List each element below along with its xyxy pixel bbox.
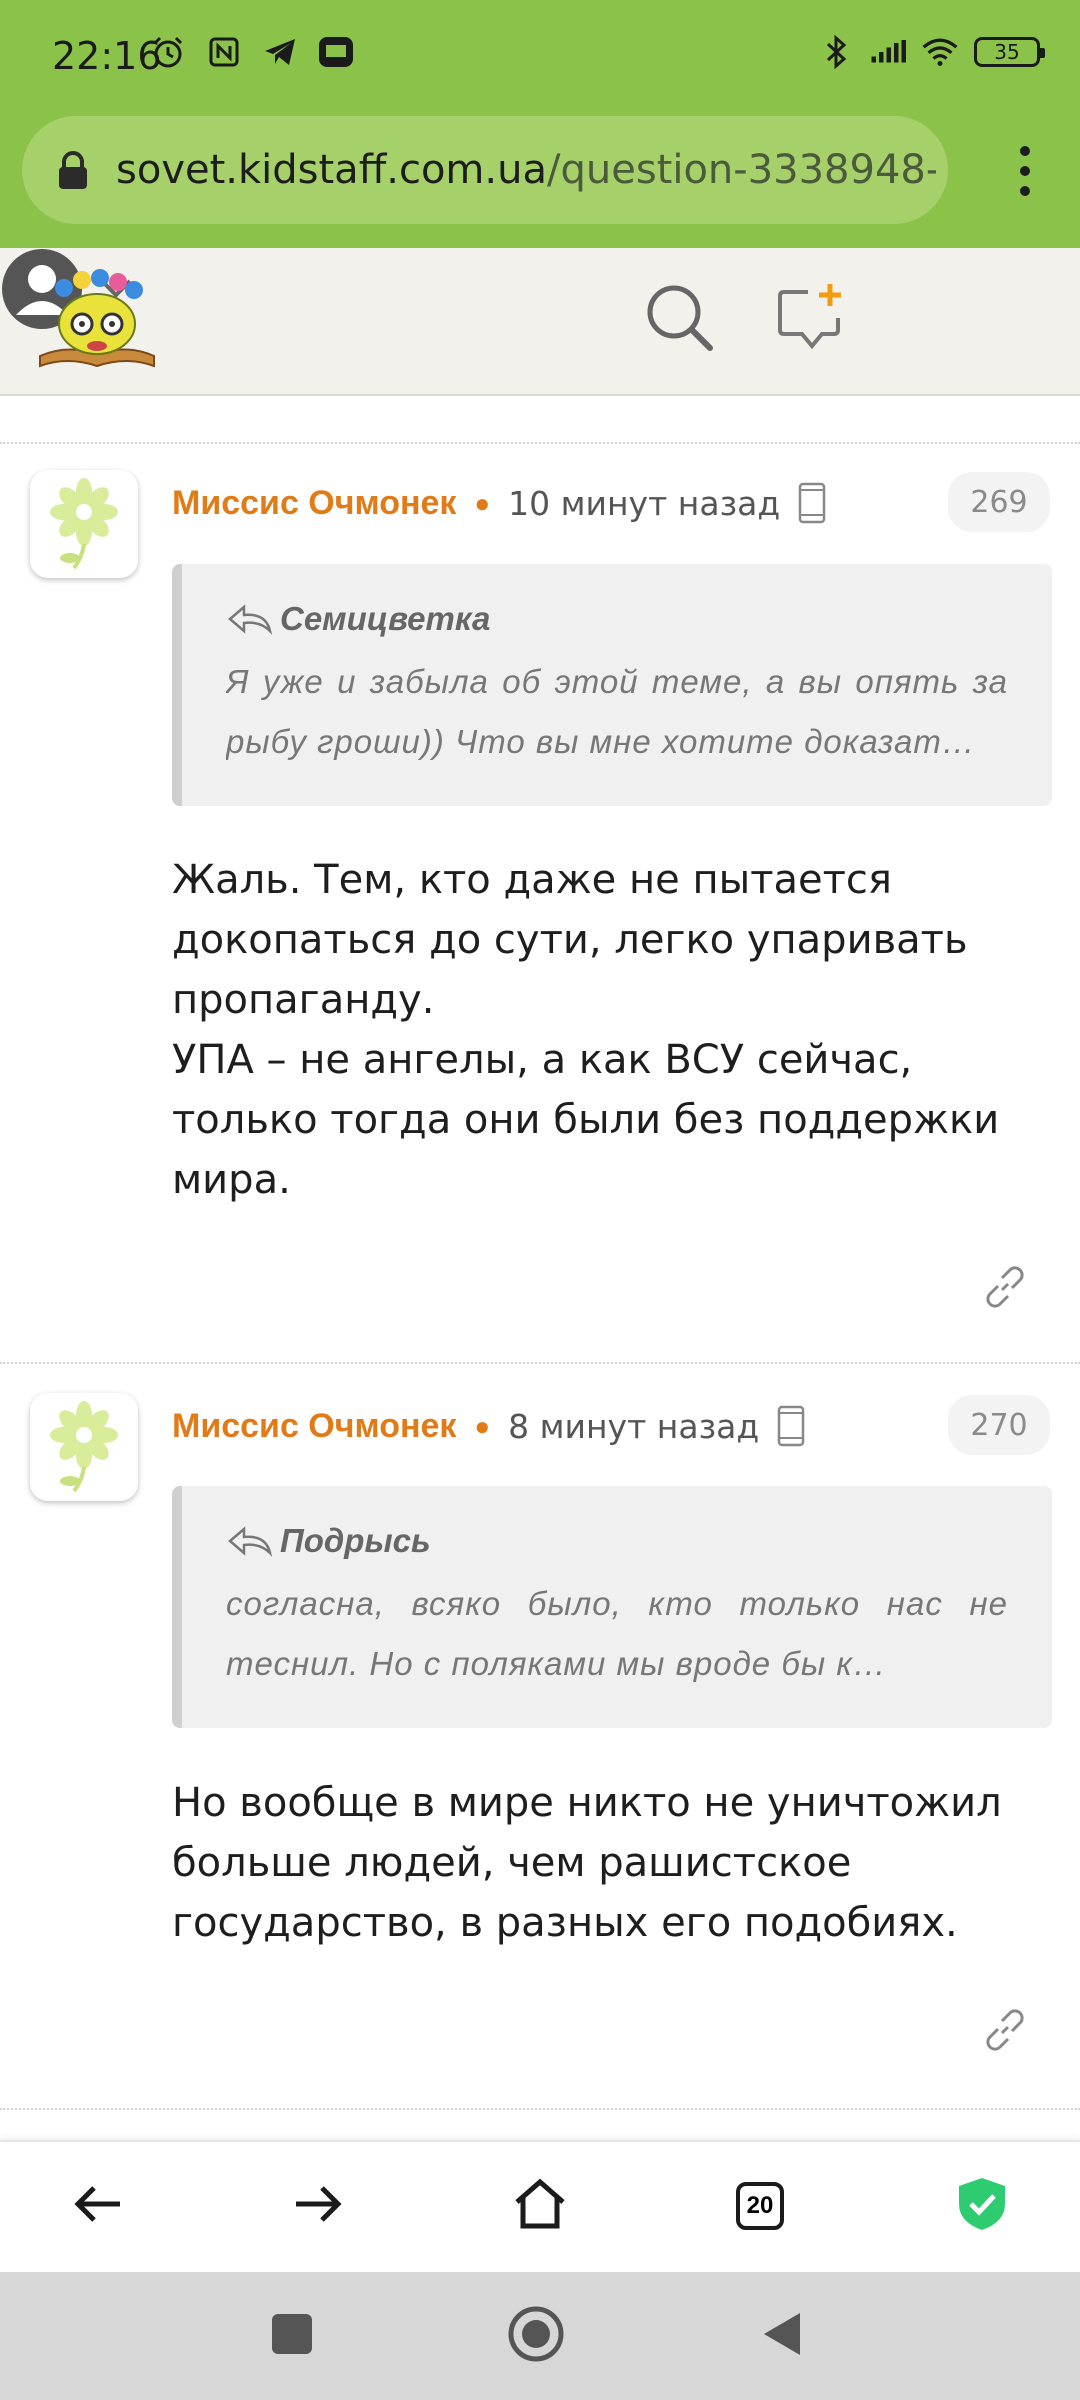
- permalink-button[interactable]: [978, 1260, 1032, 1314]
- battery-icon: 35: [974, 37, 1045, 67]
- quote-header: Подрысь: [226, 1522, 1008, 1560]
- quote-text: Я уже и забыла об этой теме, а вы опять …: [226, 663, 1008, 760]
- tab-count: 20: [736, 2182, 784, 2230]
- comment-time: 8 минут назад: [508, 1406, 760, 1446]
- divider: [0, 442, 1080, 444]
- avatar[interactable]: [30, 1393, 138, 1501]
- arrow-right-icon: [292, 2182, 344, 2231]
- address-bar[interactable]: sovet.kidstaff.com.ua/question-3338948-: [22, 116, 948, 224]
- status-notification-icons: [150, 34, 354, 70]
- url-domain: sovet.kidstaff.com.ua: [116, 147, 547, 193]
- comment-time: 10 минут назад: [508, 483, 781, 523]
- separator-dot: ●: [474, 1410, 491, 1441]
- quote-block[interactable]: Подрысь согласна, всяко было, кто только…: [172, 1486, 1052, 1728]
- quote-block[interactable]: Семицветка Я уже и забыла об этой теме, …: [172, 564, 1052, 806]
- search-icon: [640, 285, 720, 362]
- permalink-button[interactable]: [978, 2003, 1032, 2057]
- wifi-icon: [922, 34, 958, 70]
- bluetooth-icon: [818, 34, 854, 70]
- system-home-button[interactable]: [504, 2304, 568, 2368]
- comment-body: Жаль. Тем, кто даже не пытается докопать…: [172, 857, 1000, 1203]
- url-path: /question-3338948-: [546, 147, 936, 193]
- reply-arrow-icon: [226, 1525, 274, 1557]
- system-back-button[interactable]: [750, 2304, 814, 2368]
- shield-button[interactable]: [950, 2174, 1014, 2238]
- author-name[interactable]: Миссис Очмонек: [172, 1407, 456, 1446]
- comment-number[interactable]: 270: [948, 1395, 1050, 1455]
- browser-menu-button[interactable]: [1020, 146, 1034, 196]
- quote-text: согласна, всяко было, кто только нас не …: [226, 1585, 1008, 1682]
- quote-author: Подрысь: [280, 1522, 431, 1559]
- system-navigation-bar: [0, 2272, 1080, 2400]
- signal-icon: [870, 34, 906, 70]
- mobile-device-icon: [777, 1405, 805, 1447]
- url-text[interactable]: sovet.kidstaff.com.ua/question-3338948-: [116, 147, 936, 193]
- compose-icon: [772, 284, 852, 362]
- menu-dot: [1020, 146, 1030, 156]
- lock-icon: [56, 150, 92, 190]
- status-system-icons: 35: [818, 34, 1045, 70]
- separator-dot: ●: [474, 487, 491, 518]
- site-header: [0, 248, 1080, 396]
- menu-dot: [1020, 166, 1030, 176]
- reply-arrow-icon: [226, 603, 274, 635]
- adblock-icon: [318, 34, 354, 70]
- divider: [0, 1362, 1080, 1364]
- square-icon: [270, 2312, 314, 2361]
- arrow-left-icon: [72, 2182, 124, 2231]
- home-button[interactable]: [508, 2174, 572, 2238]
- comment-meta: Миссис Очмонек ● 10 минут назад: [172, 478, 826, 528]
- shield-icon: [957, 2176, 1007, 2237]
- comment-body: Но вообще в мире никто не уничтожил боль…: [172, 1780, 1002, 1946]
- link-icon: [978, 2009, 1032, 2061]
- status-bar: 22:16 35: [0, 0, 1080, 110]
- back-button[interactable]: [66, 2174, 130, 2238]
- telegram-icon: [262, 34, 298, 70]
- recents-button[interactable]: [260, 2304, 324, 2368]
- browser-bottom-toolbar: 20: [0, 2140, 1080, 2272]
- comment-meta: Миссис Очмонек ● 8 минут назад: [172, 1401, 805, 1451]
- browser-toolbar: sovet.kidstaff.com.ua/question-3338948-: [0, 110, 1080, 248]
- flower-icon: [44, 474, 124, 575]
- avatar[interactable]: [30, 470, 138, 578]
- flower-icon: [44, 1397, 124, 1498]
- author-name[interactable]: Миссис Очмонек: [172, 484, 456, 523]
- comment-number[interactable]: 269: [948, 472, 1050, 532]
- forward-button[interactable]: [286, 2174, 350, 2238]
- quote-author: Семицветка: [280, 600, 491, 637]
- menu-dot: [1020, 186, 1030, 196]
- search-button[interactable]: [640, 278, 720, 358]
- link-icon: [978, 1266, 1032, 1318]
- circle-icon: [506, 2304, 566, 2369]
- tabs-button[interactable]: 20: [728, 2174, 792, 2238]
- alarm-icon: [150, 34, 186, 70]
- site-logo[interactable]: [34, 266, 160, 376]
- triangle-back-icon: [760, 2309, 804, 2364]
- nfc-icon: [206, 34, 242, 70]
- quote-header: Семицветка: [226, 600, 1008, 638]
- mobile-device-icon: [798, 482, 826, 524]
- status-time: 22:16: [52, 34, 162, 78]
- new-question-button[interactable]: [772, 278, 852, 358]
- divider: [0, 2108, 1080, 2110]
- home-icon: [513, 2178, 567, 2235]
